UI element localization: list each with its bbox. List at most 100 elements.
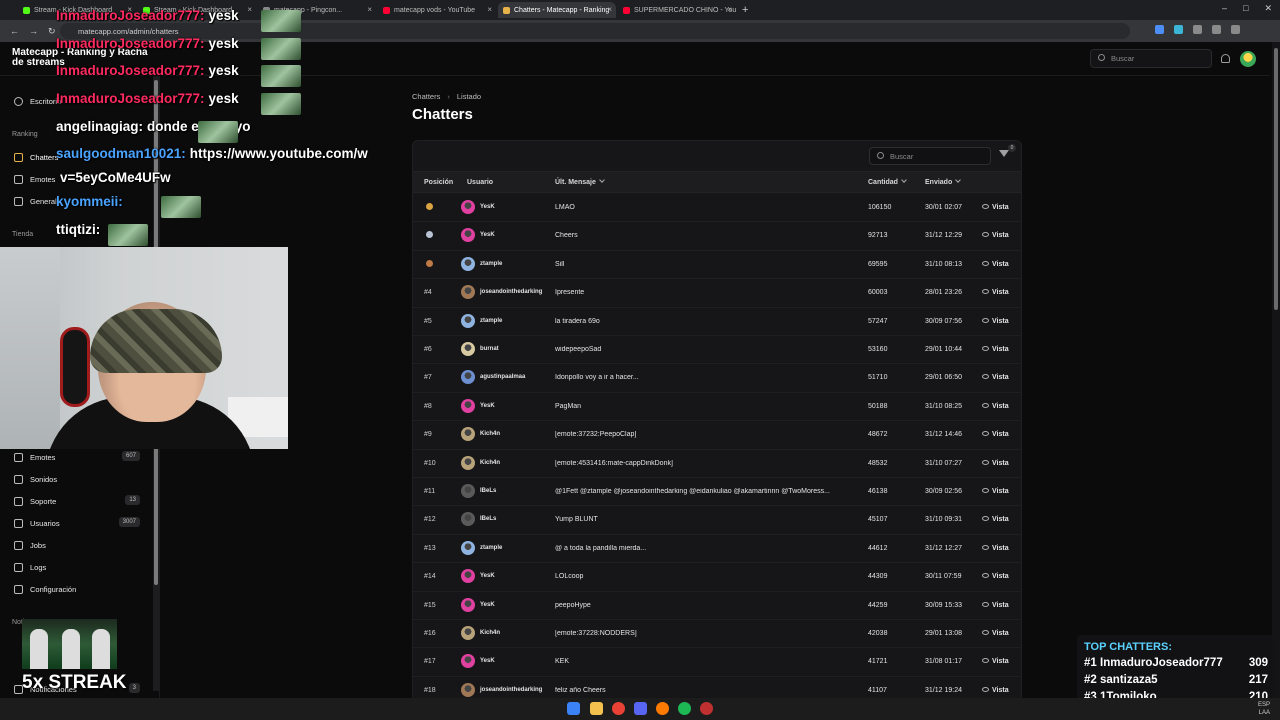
breadcrumb-item[interactable]: Chatters	[412, 92, 440, 101]
maximize-icon[interactable]: □	[1243, 3, 1248, 14]
username-cell[interactable]: burnat	[480, 346, 499, 352]
view-button[interactable]: Vista	[982, 317, 1009, 325]
browser-tab[interactable]: matecapp vods - YouTube ×	[378, 2, 496, 18]
discord-icon[interactable]	[634, 702, 647, 715]
table-row[interactable]: ztample Sill 69595 31/10 08:13 Vista	[413, 251, 1021, 280]
table-row[interactable]: #11 IBeLs @1Fett @ztample @joseandointheda…	[413, 478, 1021, 507]
username-cell[interactable]: ztample	[480, 318, 502, 324]
username-cell[interactable]: Kich4n	[480, 431, 500, 437]
view-button[interactable]: Vista	[982, 516, 1009, 523]
username-cell[interactable]: YesK	[480, 204, 495, 210]
username-cell[interactable]: Kich4n	[480, 460, 500, 466]
new-tab-button[interactable]: +	[742, 4, 748, 16]
folder-icon[interactable]	[590, 702, 603, 715]
table-row[interactable]: #6 burnat widepeepoSad 53160 29/01 10:44 Vist…	[413, 336, 1021, 365]
scrollbar-thumb[interactable]	[1274, 48, 1278, 310]
username-cell[interactable]: YesK	[480, 232, 495, 238]
view-button[interactable]: Vista	[982, 488, 1009, 495]
table-row[interactable]: #4 joseandointhedarking Ipresente 60003 28/0…	[413, 279, 1021, 308]
table-row[interactable]: #13 ztample @ a toda la pandilla mierda...…	[413, 535, 1021, 564]
table-row[interactable]: YesK LMAO 106150 30/01 02:07 Vista	[413, 194, 1021, 223]
sidebar-item-emotes[interactable]: Emotes 607	[0, 448, 150, 466]
firefox-icon[interactable]	[656, 702, 669, 715]
username-cell[interactable]: agustinpaalmaa	[480, 374, 525, 380]
view-button[interactable]: Vista	[982, 374, 1009, 381]
table-row[interactable]: #5 ztample la tiradera 69o 57247 30/09 07:56…	[413, 308, 1021, 336]
sidebar-item-configuraci-n[interactable]: Configuración	[0, 580, 150, 598]
close-icon[interactable]: ×	[727, 5, 732, 14]
view-button[interactable]: Vista	[982, 289, 1009, 296]
column-header-position[interactable]: Posición	[424, 179, 453, 186]
view-button[interactable]: Vista	[982, 686, 1009, 694]
username-cell[interactable]: YesK	[480, 403, 495, 409]
table-row[interactable]: #15 YesK peepoHype 44259 30/09 15:33 Vista	[413, 592, 1021, 620]
chrome-icon[interactable]	[612, 702, 625, 715]
table-row[interactable]: YesK Cheers 92713 31/12 12:29 Vista	[413, 222, 1021, 251]
extension-icon[interactable]	[1155, 25, 1164, 34]
column-header-sent[interactable]: Enviado	[925, 177, 962, 186]
username-cell[interactable]: joseandointhedarking	[480, 687, 542, 693]
sidebar-item-jobs[interactable]: Jobs	[0, 536, 150, 554]
sidebar-item-logs[interactable]: Logs	[0, 558, 150, 576]
table-row[interactable]: #16 Kich4n [emote:37228:NODDERS] 42038 29/01…	[413, 620, 1021, 649]
view-button[interactable]: Vista	[982, 260, 1009, 268]
back-icon[interactable]: ←	[10, 26, 19, 36]
view-button[interactable]: Vista	[982, 346, 1009, 353]
username-cell[interactable]: joseandointhedarking	[480, 289, 542, 295]
table-row[interactable]: #17 YesK KEK 41721 31/08 01:17 Vista	[413, 648, 1021, 677]
username-cell[interactable]: YesK	[480, 658, 495, 664]
windows-start-icon[interactable]	[567, 702, 580, 715]
view-button[interactable]: Vista	[982, 573, 1009, 580]
sidebar-item-soporte[interactable]: Soporte 13	[0, 492, 150, 510]
spotify-icon[interactable]	[678, 702, 691, 715]
global-search-input[interactable]: Buscar	[1090, 49, 1212, 68]
view-button[interactable]: Vista	[982, 459, 1009, 467]
username-cell[interactable]: ztample	[480, 545, 502, 551]
username-cell[interactable]: Kich4n	[480, 630, 500, 636]
view-button[interactable]: Vista	[982, 544, 1009, 552]
close-icon[interactable]: ✕	[1264, 3, 1272, 14]
reload-icon[interactable]: ↻	[48, 26, 56, 37]
close-icon[interactable]: ×	[487, 5, 492, 14]
column-header-last-message[interactable]: Últ. Mensaje	[555, 177, 605, 186]
table-row[interactable]: #10 Kich4n [emote:4531416:mate-cappDinkDon…	[413, 450, 1021, 478]
puzzle-icon[interactable]	[1212, 25, 1221, 34]
page-scrollbar[interactable]	[1272, 42, 1280, 707]
view-button[interactable]: Vista	[982, 601, 1009, 609]
username-cell[interactable]: YesK	[480, 602, 495, 608]
bell-icon[interactable]	[1221, 54, 1230, 63]
extension-icon[interactable]	[1174, 25, 1183, 34]
view-button[interactable]: Vista	[982, 402, 1009, 410]
table-row[interactable]: #9 Kich4n [emote:37232:PeepoClap] 48672 31/1…	[413, 421, 1021, 450]
extension-icon[interactable]	[1193, 25, 1202, 34]
view-button[interactable]: Vista	[982, 204, 1009, 211]
close-icon[interactable]: ×	[607, 5, 612, 14]
user-avatar[interactable]	[1240, 51, 1256, 67]
close-icon[interactable]: ×	[247, 5, 252, 14]
column-header-quantity[interactable]: Cantidad	[868, 177, 907, 186]
obs-icon[interactable]	[700, 702, 713, 715]
browser-tab[interactable]: Chatters - Matecapp - Ranking ×	[498, 2, 616, 18]
view-button[interactable]: Vista	[982, 431, 1009, 438]
view-button[interactable]: Vista	[982, 232, 1009, 239]
language-indicator[interactable]: ESP	[1258, 701, 1270, 709]
browser-tab[interactable]: SUPERMERCADO CHINO - YouTube×	[618, 2, 736, 18]
forward-icon[interactable]: →	[29, 26, 38, 36]
username-cell[interactable]: IBeLs	[480, 488, 496, 494]
view-button[interactable]: Vista	[982, 658, 1009, 665]
menu-icon[interactable]	[1231, 25, 1240, 34]
table-row[interactable]: #7 agustinpaalmaa Idonpollo voy a ir a hac…	[413, 364, 1021, 393]
column-header-user[interactable]: Usuario	[467, 179, 493, 186]
username-cell[interactable]: YesK	[480, 573, 495, 579]
table-row[interactable]: #14 YesK LOLcoop 44309 30/11 07:59 Vista	[413, 563, 1021, 592]
minimize-icon[interactable]: –	[1222, 3, 1227, 14]
username-cell[interactable]: ztample	[480, 261, 502, 267]
sidebar-item-sonidos[interactable]: Sonidos	[0, 470, 150, 488]
sidebar-item-usuarios[interactable]: Usuarios 3007	[0, 514, 150, 532]
filter-icon[interactable]	[999, 150, 1009, 157]
close-icon[interactable]: ×	[367, 5, 372, 14]
table-row[interactable]: #8 YesK PagMan 50188 31/10 08:25 Vista	[413, 393, 1021, 422]
table-search-input[interactable]: Buscar	[869, 147, 991, 165]
view-button[interactable]: Vista	[982, 630, 1009, 637]
username-cell[interactable]: IBeLs	[480, 516, 496, 522]
